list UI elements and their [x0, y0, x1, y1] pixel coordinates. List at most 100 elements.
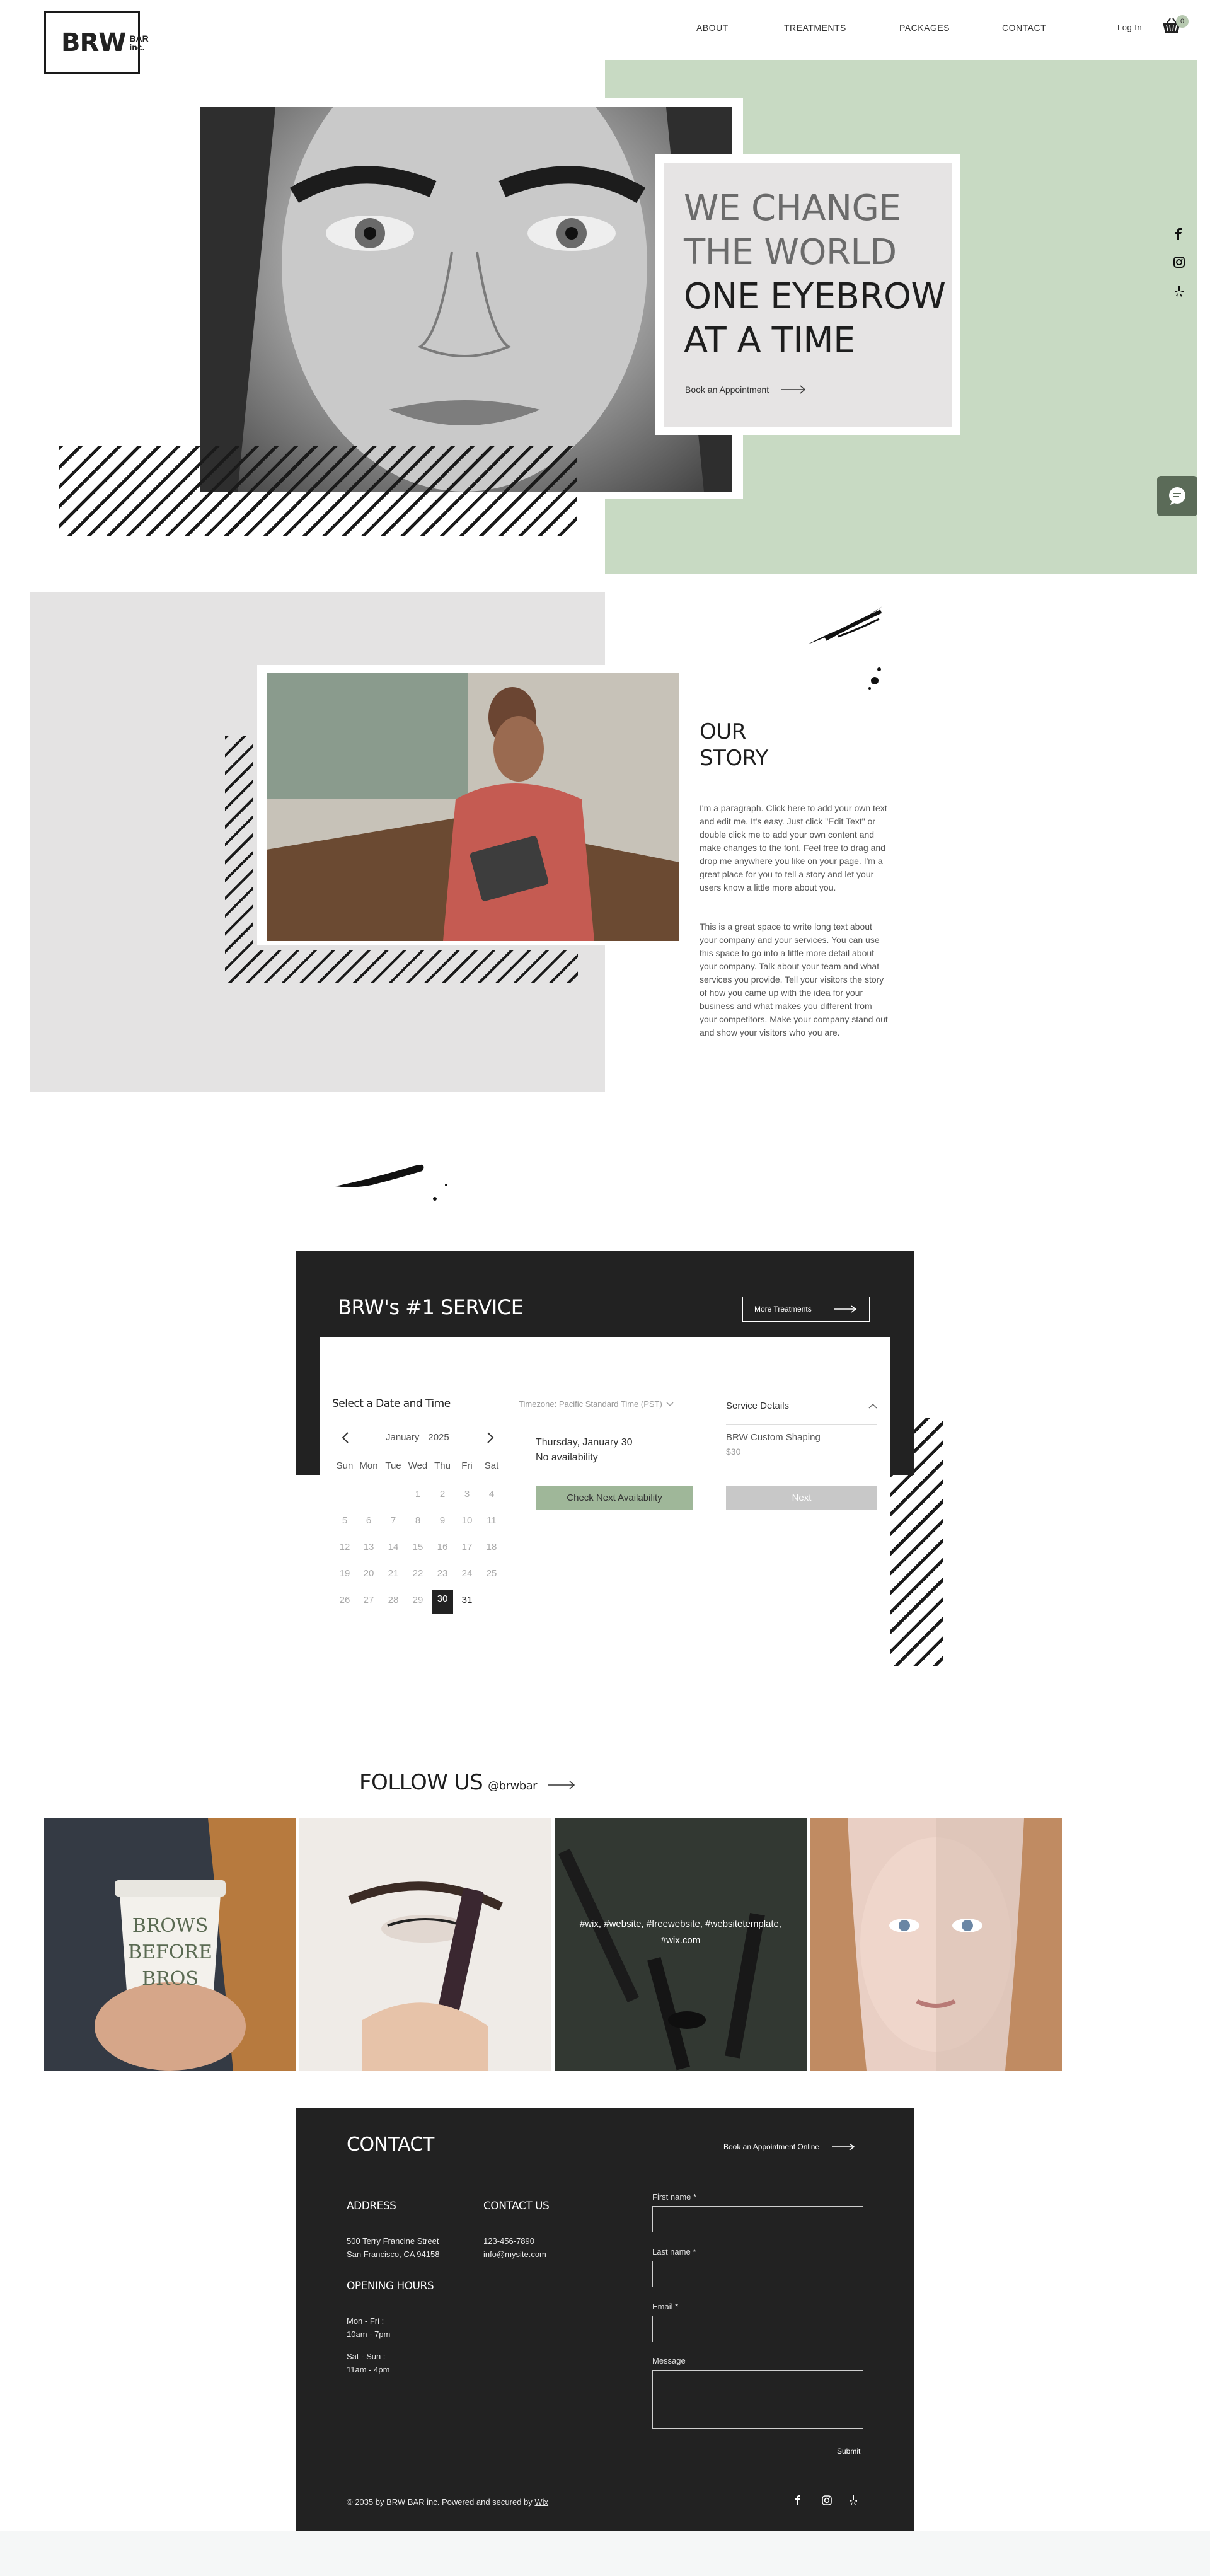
next-month-button[interactable]: [487, 1432, 494, 1443]
first-name-field[interactable]: [652, 2206, 863, 2232]
selected-date: Thursday, January 30: [536, 1437, 633, 1448]
calendar-day[interactable]: 28: [383, 1595, 404, 1605]
calendar-day[interactable]: 29: [407, 1595, 429, 1605]
hero-headline-card: WE CHANGE THE WORLD ONE EYEBROW AT A TIM…: [664, 163, 952, 427]
footer-facebook-icon[interactable]: [794, 2495, 802, 2505]
calendar-day[interactable]: 5: [334, 1515, 355, 1526]
calendar-day[interactable]: 2: [432, 1489, 453, 1499]
address-line-1: 500 Terry Francine Street: [347, 2236, 439, 2246]
instagram-icon[interactable]: [1173, 257, 1185, 268]
calendar-day[interactable]: 23: [432, 1568, 453, 1579]
service-details-toggle[interactable]: Service Details: [726, 1401, 877, 1411]
more-treatments-button[interactable]: More Treatments: [742, 1297, 870, 1322]
service-price: $30: [726, 1447, 741, 1457]
instagram-tile-2[interactable]: [299, 1818, 551, 2071]
hours-weekday-value: 10am - 7pm: [347, 2330, 391, 2339]
story-title-line-2: STORY: [700, 746, 768, 771]
calendar-day[interactable]: 20: [358, 1568, 379, 1579]
calendar-day[interactable]: 13: [358, 1542, 379, 1552]
page-footer-strip: [0, 2531, 1210, 2576]
calendar-day[interactable]: 24: [456, 1568, 478, 1579]
facebook-icon[interactable]: [1173, 228, 1184, 240]
calendar-day[interactable]: 27: [358, 1595, 379, 1605]
login-link[interactable]: Log In: [1117, 23, 1142, 32]
copyright-label: © 2035 by BRW BAR inc. Powered and secur…: [347, 2497, 535, 2507]
calendar-day[interactable]: 21: [383, 1568, 404, 1579]
previous-month-button[interactable]: [342, 1432, 349, 1443]
footer-yelp-icon[interactable]: [850, 2495, 857, 2505]
hours-weekend-label: Sat - Sun :: [347, 2352, 386, 2361]
book-appointment-link[interactable]: Book an Appointment: [685, 384, 807, 395]
select-date-label: Select a Date and Time: [332, 1397, 451, 1410]
calendar-day[interactable]: 15: [407, 1542, 429, 1552]
instagram-tile-3[interactable]: #wix, #website, #freewebsite, #websitete…: [555, 1818, 807, 2071]
calendar-day[interactable]: 8: [407, 1515, 429, 1526]
site-logo[interactable]: BRW BAR inc.: [44, 11, 149, 74]
hero-portrait-image: [200, 107, 732, 492]
chat-bubble-icon: [1169, 487, 1185, 505]
weekday-label: Thu: [434, 1460, 451, 1471]
brush-stroke-decoration: [808, 606, 882, 690]
instagram-tile-4[interactable]: [810, 1818, 1062, 2071]
last-name-field[interactable]: [652, 2261, 863, 2287]
timezone-label: Timezone: Pacific Standard Time (PST): [519, 1399, 662, 1409]
calendar-day[interactable]: 6: [358, 1515, 379, 1526]
calendar-year: 2025: [428, 1432, 449, 1443]
footer-instagram-icon[interactable]: [822, 2495, 832, 2505]
story-title: OUR STORY: [700, 719, 768, 771]
calendar-day[interactable]: 14: [383, 1542, 404, 1552]
calendar-day[interactable]: 31: [456, 1595, 478, 1605]
calendar-day[interactable]: 18: [481, 1542, 502, 1552]
weekday-label: Sat: [484, 1460, 499, 1471]
message-field[interactable]: [652, 2370, 863, 2429]
calendar-day[interactable]: 16: [432, 1542, 453, 1552]
follow-us-heading[interactable]: FOLLOW US @brwbar: [359, 1770, 576, 1795]
contact-phone[interactable]: 123-456-7890: [483, 2234, 546, 2248]
calendar-day[interactable]: 10: [456, 1515, 478, 1526]
last-name-label: Last name *: [652, 2247, 696, 2256]
chat-button[interactable]: [1157, 476, 1197, 516]
wix-link[interactable]: Wix: [534, 2497, 548, 2507]
logo-small-line-2: inc.: [129, 42, 145, 52]
story-photo-image: [267, 673, 679, 941]
booking-widget: Select a Date and Time Timezone: Pacific…: [320, 1337, 890, 1672]
calendar-day[interactable]: 12: [334, 1542, 355, 1552]
calendar-day[interactable]: 1: [407, 1489, 429, 1499]
calendar-day[interactable]: 7: [383, 1515, 404, 1526]
contact-email[interactable]: info@mysite.com: [483, 2248, 546, 2261]
calendar-day[interactable]: 4: [481, 1489, 502, 1499]
nav-packages[interactable]: PACKAGES: [899, 23, 950, 33]
calendar-day[interactable]: 19: [334, 1568, 355, 1579]
next-button[interactable]: Next: [726, 1486, 877, 1510]
copyright-text: © 2035 by BRW BAR inc. Powered and secur…: [347, 2497, 548, 2507]
nav-contact[interactable]: CONTACT: [1002, 23, 1046, 33]
nav-about[interactable]: ABOUT: [696, 23, 729, 33]
calendar-month: January: [386, 1432, 420, 1443]
availability-status: No availability: [536, 1452, 598, 1463]
calendar-day[interactable]: 11: [481, 1515, 502, 1526]
book-online-link[interactable]: Book an Appointment Online: [723, 2142, 856, 2151]
story-photo-illustration: [267, 673, 679, 941]
check-next-availability-button[interactable]: Check Next Availability: [536, 1486, 693, 1510]
email-field[interactable]: [652, 2316, 863, 2342]
address-line-2: San Francisco, CA 94158: [347, 2250, 440, 2259]
instagram-tile-1[interactable]: BROWS BEFORE BROS: [44, 1818, 296, 2071]
cup-text-3: BROS: [142, 1968, 199, 1990]
opening-hours-heading: OPENING HOURS: [347, 2280, 434, 2292]
yelp-icon[interactable]: [1175, 286, 1184, 297]
hero-headline-line-3: ONE EYEBROW: [684, 276, 946, 317]
calendar-day[interactable]: 3: [456, 1489, 478, 1499]
calendar-day[interactable]: 9: [432, 1515, 453, 1526]
nav-treatments[interactable]: TREATMENTS: [784, 23, 846, 33]
submit-button[interactable]: Submit: [837, 2447, 860, 2456]
calendar-day[interactable]: 26: [334, 1595, 355, 1605]
calendar-day-selected[interactable]: 30: [432, 1590, 453, 1614]
calendar-day[interactable]: 17: [456, 1542, 478, 1552]
eyebrow-pencil-image: [299, 1818, 551, 2071]
availability-info: Thursday, January 30 No availability: [536, 1435, 633, 1465]
calendar-day[interactable]: 25: [481, 1568, 502, 1579]
address-text: 500 Terry Francine Street San Francisco,…: [347, 2234, 439, 2261]
timezone-select[interactable]: Timezone: Pacific Standard Time (PST): [519, 1399, 674, 1409]
calendar-month-year: January 2025: [386, 1432, 449, 1443]
calendar-day[interactable]: 22: [407, 1568, 429, 1579]
